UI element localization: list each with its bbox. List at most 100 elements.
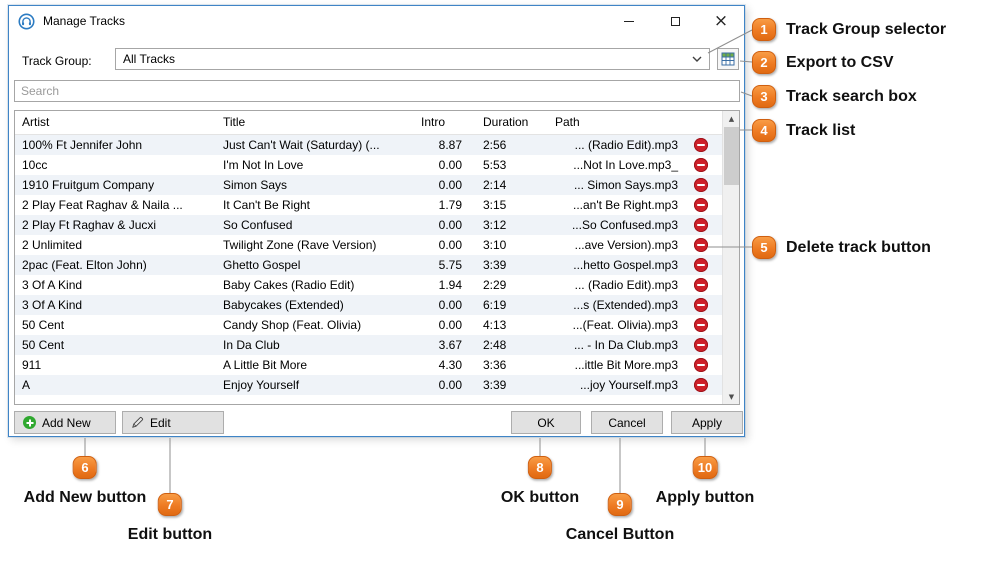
callout-track-group-selector: 1 Track Group selector: [752, 18, 946, 41]
track-group-selector[interactable]: All Tracks: [115, 48, 710, 70]
minus-icon: [697, 283, 705, 287]
callout-badge-7: 7: [157, 493, 182, 516]
scroll-down-icon[interactable]: ▼: [723, 389, 739, 404]
table-row[interactable]: 2 Play Feat Raghav & Naila ... It Can't …: [15, 195, 722, 215]
callout-track-list: 4 Track list: [752, 119, 855, 142]
track-list-header: Artist Title Intro Duration Path: [15, 111, 739, 135]
callout-label-10: Apply button: [655, 489, 755, 506]
cell-duration: 6:19: [483, 298, 507, 312]
delete-track-button[interactable]: [694, 338, 708, 352]
minus-icon: [697, 303, 705, 307]
cell-duration: 3:36: [483, 358, 507, 372]
add-new-button[interactable]: Add New: [14, 411, 116, 434]
minimize-icon: [624, 20, 634, 22]
minimize-button[interactable]: [606, 6, 652, 36]
cell-path: ...ittle Bit More.mp3: [574, 358, 678, 372]
col-header-artist[interactable]: Artist: [15, 111, 215, 134]
cell-path: ...joy Yourself.mp3: [579, 378, 678, 392]
delete-track-button[interactable]: [694, 138, 708, 152]
cell-duration: 3:12: [483, 218, 507, 232]
table-row[interactable]: 50 Cent Candy Shop (Feat. Olivia) 0.00 4…: [15, 315, 722, 335]
table-row[interactable]: 10cc I'm Not In Love 0.00 5:53 ...Not In…: [15, 155, 722, 175]
export-csv-button[interactable]: [717, 48, 739, 70]
minus-icon: [697, 183, 705, 187]
col-header-intro[interactable]: Intro: [415, 111, 465, 134]
cell-duration: 2:29: [483, 278, 507, 292]
cell-path: ...So Confused.mp3: [571, 218, 678, 232]
delete-track-button[interactable]: [694, 158, 708, 172]
table-row[interactable]: 50 Cent In Da Club 3.67 2:48 ... - In Da…: [15, 335, 722, 355]
delete-track-button[interactable]: [694, 258, 708, 272]
callout-export-csv: 2 Export to CSV: [752, 51, 894, 74]
apply-button[interactable]: Apply: [671, 411, 743, 434]
col-header-path[interactable]: Path: [545, 111, 680, 134]
table-row[interactable]: A Enjoy Yourself 0.00 3:39 ...joy Yourse…: [15, 375, 722, 395]
cell-artist: 2 Play Feat Raghav & Naila ...: [22, 198, 183, 212]
cell-title: Twilight Zone (Rave Version): [223, 238, 377, 252]
callout-badge-4: 4: [752, 119, 776, 142]
cell-artist: A: [22, 378, 31, 392]
cell-intro: 1.94: [438, 278, 462, 292]
minus-icon: [697, 223, 705, 227]
delete-track-button[interactable]: [694, 358, 708, 372]
maximize-button[interactable]: [652, 6, 698, 36]
delete-track-button[interactable]: [694, 198, 708, 212]
delete-track-button[interactable]: [694, 318, 708, 332]
cell-title: It Can't Be Right: [223, 198, 310, 212]
close-icon: ×: [713, 10, 729, 31]
delete-track-button[interactable]: [694, 238, 708, 252]
chevron-down-icon: [692, 56, 702, 62]
delete-track-button[interactable]: [694, 378, 708, 392]
delete-track-button[interactable]: [694, 278, 708, 292]
cell-intro: 0.00: [438, 298, 462, 312]
cell-path: ...(Feat. Olivia).mp3: [572, 318, 678, 332]
scrollbar-thumb[interactable]: [724, 127, 739, 185]
cell-path: ...Not In Love.mp3_: [573, 158, 678, 172]
table-row[interactable]: 2pac (Feat. Elton John) Ghetto Gospel 5.…: [15, 255, 722, 275]
csv-grid-icon: [721, 52, 735, 66]
cell-duration: 2:56: [483, 138, 507, 152]
ok-button[interactable]: OK: [511, 411, 581, 434]
col-header-duration[interactable]: Duration: [465, 111, 545, 134]
cell-duration: 3:10: [483, 238, 507, 252]
callout-label-9: Cancel Button: [565, 526, 675, 543]
cell-intro: 1.79: [438, 198, 462, 212]
manage-tracks-dialog: Manage Tracks × Track Group: All Tracks …: [8, 5, 745, 437]
cell-artist: 1910 Fruitgum Company: [22, 178, 155, 192]
edit-button[interactable]: Edit: [122, 411, 224, 434]
table-row[interactable]: 2 Unlimited Twilight Zone (Rave Version)…: [15, 235, 722, 255]
col-header-title[interactable]: Title: [215, 111, 415, 134]
scroll-up-icon[interactable]: ▲: [723, 111, 739, 126]
callout-delete-track-button: 5 Delete track button: [752, 236, 931, 259]
cell-title: So Confused: [223, 218, 293, 232]
cell-intro: 0.00: [438, 238, 462, 252]
table-row[interactable]: 3 Of A Kind Baby Cakes (Radio Edit) 1.94…: [15, 275, 722, 295]
table-row[interactable]: 100% Ft Jennifer John Just Can't Wait (S…: [15, 135, 722, 155]
table-row[interactable]: 3 Of A Kind Babycakes (Extended) 0.00 6:…: [15, 295, 722, 315]
vertical-scrollbar[interactable]: ▲ ▼: [722, 111, 739, 404]
minus-icon: [697, 143, 705, 147]
cell-path: ...ave Version).mp3: [574, 238, 678, 252]
delete-track-button[interactable]: [694, 218, 708, 232]
delete-track-button[interactable]: [694, 298, 708, 312]
cell-duration: 4:13: [483, 318, 507, 332]
minus-icon: [697, 163, 705, 167]
table-row[interactable]: 2 Play Ft Raghav & Jucxi So Confused 0.0…: [15, 215, 722, 235]
cell-intro: 8.87: [438, 138, 462, 152]
table-row[interactable]: 1910 Fruitgum Company Simon Says 0.00 2:…: [15, 175, 722, 195]
cell-path: ... (Radio Edit).mp3: [574, 278, 678, 292]
cell-artist: 50 Cent: [22, 338, 65, 352]
table-row[interactable]: 911 A Little Bit More 4.30 3:36 ...ittle…: [15, 355, 722, 375]
cell-artist: 3 Of A Kind: [22, 278, 83, 292]
cancel-button[interactable]: Cancel: [591, 411, 663, 434]
callout-badge-6: 6: [72, 456, 97, 479]
search-input[interactable]: [14, 80, 740, 102]
cell-title: Baby Cakes (Radio Edit): [223, 278, 355, 292]
minus-icon: [697, 203, 705, 207]
delete-track-button[interactable]: [694, 178, 708, 192]
cell-title: I'm Not In Love: [223, 158, 304, 172]
cell-artist: 10cc: [22, 158, 48, 172]
close-button[interactable]: ×: [698, 6, 744, 36]
callout-badge-9: 9: [607, 493, 632, 516]
cell-intro: 0.00: [438, 378, 462, 392]
